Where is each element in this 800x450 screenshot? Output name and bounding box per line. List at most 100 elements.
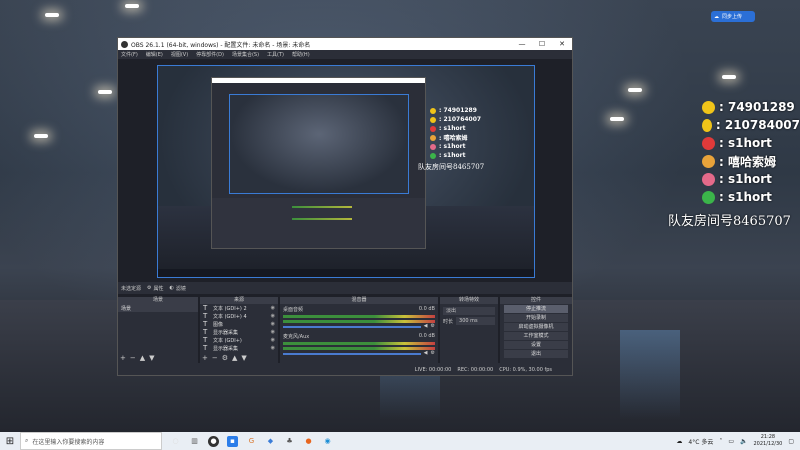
filters-button[interactable]: ◐ 滤镜 xyxy=(170,285,186,292)
menu-tools[interactable]: 工具(T) xyxy=(267,51,284,58)
speaker-icon[interactable]: ◀ xyxy=(424,350,428,356)
obs-icon[interactable]: ● xyxy=(208,435,219,447)
source-item[interactable]: T 显示器采集 ◉ xyxy=(200,328,278,336)
move-down-icon[interactable]: ▼ xyxy=(149,354,154,362)
preview-overlay-row: : s1hort xyxy=(430,151,534,160)
overlay-row: : 嘻哈索姆 xyxy=(702,152,800,170)
contact-icon xyxy=(430,152,436,159)
mixer-channel: 桌面音频 0.0 dB ◀ ⚙ xyxy=(280,304,438,331)
overlay-row: : s1hort xyxy=(702,170,800,188)
menu-docks[interactable]: 停靠部件(D) xyxy=(196,51,224,58)
eye-icon[interactable]: ◉ xyxy=(271,337,275,343)
scenes-header: 场景 xyxy=(118,297,198,304)
transitions-dock: 转场特效 淡出 时长 300 ms xyxy=(440,297,498,363)
filter-icon: ◐ xyxy=(169,285,174,291)
source-item[interactable]: T 文本 (GDI+) 4 ◉ xyxy=(200,312,278,320)
move-down-icon[interactable]: ▼ xyxy=(241,354,246,362)
properties-button[interactable]: ⚙ 属性 xyxy=(147,285,164,292)
menu-file[interactable]: 文件(F) xyxy=(121,51,138,58)
mixer-header: 混音器 xyxy=(280,297,438,304)
eye-icon[interactable]: ◉ xyxy=(271,321,275,327)
transition-select[interactable]: 淡出 xyxy=(443,307,495,315)
obs-window: OBS 26.1.1 (64-bit, windows) - 配置文件: 未命名… xyxy=(117,37,573,376)
sync-upload-button[interactable]: ☁ 同步上传 xyxy=(711,11,755,22)
menu-edit[interactable]: 编辑(E) xyxy=(146,51,163,58)
maximize-button[interactable]: ☐ xyxy=(532,40,552,48)
sources-header: 来源 xyxy=(200,297,278,304)
taskbar-apps: ○ ▥ ● ▪ G ◆ ♣ ● ◉ xyxy=(170,435,333,447)
eye-icon[interactable]: ◉ xyxy=(271,305,275,311)
app-icon[interactable]: ♣ xyxy=(284,436,295,447)
preview-overlay-text: : 嘻哈索姆 xyxy=(439,135,468,142)
volume-slider[interactable] xyxy=(283,326,421,328)
preview-overlay-row: : 210764007 xyxy=(430,115,534,124)
preview-overlay-text: : s1hort xyxy=(439,125,466,132)
menu-help[interactable]: 帮助(H) xyxy=(292,51,310,58)
preview-overlay-row: : 74901289 xyxy=(430,106,534,115)
overlay-text: : s1hort xyxy=(719,190,772,204)
move-up-icon[interactable]: ▲ xyxy=(140,354,145,362)
app-icon[interactable]: ◆ xyxy=(265,436,276,447)
start-recording-button[interactable]: 开始录制 xyxy=(504,314,568,322)
eye-icon[interactable]: ◉ xyxy=(271,345,275,351)
taskbar-search[interactable]: ⌕ 在这里输入你要搜索的内容 xyxy=(20,432,162,450)
source-toolbar: 未选定源 ⚙ 属性 ◐ 滤镜 xyxy=(118,282,572,294)
task-view-icon[interactable]: ○ xyxy=(170,436,181,447)
menu-view[interactable]: 视图(V) xyxy=(171,51,188,58)
weather-text[interactable]: 4°C 多云 xyxy=(688,437,713,446)
source-type-icon: T xyxy=(203,320,208,328)
preview-contact-overlay: : 74901289: 210764007: s1hort: 嘻哈索姆: s1h… xyxy=(418,106,534,172)
preview-overlay-text: : s1hort xyxy=(439,152,466,159)
gear-icon[interactable]: ⚙ xyxy=(222,354,228,362)
nested-preview xyxy=(229,94,409,194)
obs-logo-icon xyxy=(121,40,128,48)
exit-button[interactable]: 退出 xyxy=(504,350,568,358)
start-button[interactable]: ⊞ xyxy=(0,432,20,450)
eye-icon[interactable]: ◉ xyxy=(271,313,275,319)
scene-item[interactable]: 场景 xyxy=(118,304,198,312)
chevron-up-icon[interactable]: ˄ xyxy=(719,438,722,445)
studio-mode-button[interactable]: 工作室模式 xyxy=(504,332,568,340)
close-button[interactable]: ✕ xyxy=(552,40,572,48)
channel-level: 0.0 dB xyxy=(418,306,435,312)
speaker-icon[interactable]: ◀ xyxy=(424,323,428,329)
minimize-button[interactable]: — xyxy=(512,40,532,48)
settings-button[interactable]: 设置 xyxy=(504,341,568,349)
source-item[interactable]: T 文本 (GDI+) 2 ◉ xyxy=(200,304,278,312)
mixer-channels: 桌面音频 0.0 dB ◀ ⚙ 麦克风/Aux 0.0 dB ◀ ⚙ xyxy=(280,304,438,358)
add-icon[interactable]: + xyxy=(202,354,208,362)
dock-area: 场景 场景 + − ▲ ▼ 来源 T 文本 (GDI+) 2 ◉ T 文本 (GDI+)… xyxy=(118,297,572,363)
app-icon[interactable]: G xyxy=(246,436,257,447)
gear-icon[interactable]: ⚙ xyxy=(431,323,435,329)
add-icon[interactable]: + xyxy=(120,354,126,362)
volume-slider[interactable] xyxy=(283,353,421,355)
network-icon[interactable]: ▭ xyxy=(728,438,734,445)
notification-icon[interactable]: ▢ xyxy=(788,438,794,445)
preview-overlay-text: : s1hort xyxy=(439,143,466,150)
source-item[interactable]: T 图像 ◉ xyxy=(200,320,278,328)
edge-icon[interactable]: ◉ xyxy=(322,436,333,447)
windows-icon: ⊞ xyxy=(5,435,15,447)
gear-icon[interactable]: ⚙ xyxy=(431,350,435,356)
menu-scene-collection[interactable]: 场景集合(S) xyxy=(232,51,259,58)
eye-icon[interactable]: ◉ xyxy=(271,329,275,335)
netease-icon xyxy=(702,136,715,150)
duration-input[interactable]: 300 ms xyxy=(456,317,495,325)
clock[interactable]: 21:28 2021/12/30 xyxy=(754,434,783,448)
scenes-dock: 场景 场景 + − ▲ ▼ xyxy=(118,297,198,363)
mixer-dock: 混音器 桌面音频 0.0 dB ◀ ⚙ 麦克风/Aux 0.0 dB ◀ ⚙ xyxy=(280,297,438,363)
file-explorer-icon[interactable]: ▥ xyxy=(189,436,200,447)
source-item[interactable]: T 文本 (GDI+) ◉ xyxy=(200,336,278,344)
contact-icon xyxy=(430,143,436,150)
move-up-icon[interactable]: ▲ xyxy=(232,354,237,362)
remove-icon[interactable]: − xyxy=(130,354,136,362)
volume-icon[interactable]: 🔈 xyxy=(740,438,747,445)
overlay-row: : s1hort xyxy=(702,134,800,152)
program-preview[interactable]: : 74901289: 210764007: s1hort: 嘻哈索姆: s1h… xyxy=(157,65,535,278)
stop-streaming-button[interactable]: 停止推流 xyxy=(504,305,568,313)
store-icon[interactable]: ▪ xyxy=(227,435,238,447)
source-item[interactable]: T 显示器采集 ◉ xyxy=(200,344,278,352)
remove-icon[interactable]: − xyxy=(212,354,218,362)
firefox-icon[interactable]: ● xyxy=(303,436,314,447)
start-virtual-camera-button[interactable]: 启动虚拟摄像机 xyxy=(504,323,568,331)
